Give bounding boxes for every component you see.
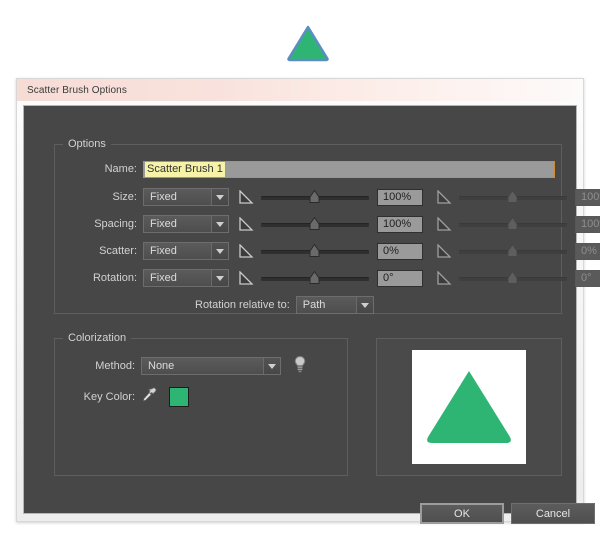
rotation-relative-row: Rotation relative to: Path — [195, 295, 374, 315]
eyedropper-icon[interactable] — [141, 387, 157, 408]
variance-wedge-icon-max — [437, 216, 453, 231]
light-bulb-icon[interactable] — [293, 355, 307, 378]
variance-wedge-icon-max — [437, 270, 453, 285]
colorization-method-value: None — [148, 360, 175, 372]
size-row: Size: Fixed 100% 100 — [63, 187, 600, 207]
colorization-method-select[interactable]: None — [141, 357, 281, 375]
cancel-button[interactable]: Cancel — [511, 503, 595, 524]
chevron-down-icon — [211, 216, 228, 232]
chevron-down-icon — [263, 358, 280, 374]
variance-wedge-icon-max — [437, 189, 453, 204]
variance-wedge-icon — [239, 270, 255, 285]
dialog-title: Scatter Brush Options — [27, 84, 127, 96]
size-slider[interactable] — [261, 189, 369, 204]
chevron-down-icon — [211, 243, 228, 259]
variance-wedge-icon — [239, 243, 255, 258]
scatter-max-slider-handle — [507, 243, 518, 257]
colorization-group-legend: Colorization — [63, 332, 132, 344]
scatter-type-select[interactable]: Fixed — [143, 242, 229, 260]
scatter-value-input[interactable]: 0% — [377, 242, 423, 260]
chevron-down-icon — [355, 297, 373, 313]
size-value-input[interactable]: 100% — [377, 188, 423, 206]
brush-preview-panel — [376, 338, 562, 476]
rotation-relative-label: Rotation relative to: — [195, 299, 290, 311]
illustrator-screen: Scatter Brush Options Options Name: Scat… — [0, 0, 600, 545]
name-row: Name: Scatter Brush 1 — [63, 159, 555, 179]
rotation-relative-select[interactable]: Path — [295, 296, 374, 314]
rotation-slider-handle[interactable] — [309, 270, 320, 284]
rotation-type-select[interactable]: Fixed — [143, 269, 229, 287]
size-max-slider-handle — [507, 189, 518, 203]
scatter-slider-handle[interactable] — [309, 243, 320, 257]
chevron-down-icon — [211, 270, 228, 286]
spacing-label: Spacing: — [94, 218, 137, 230]
size-slider-handle[interactable] — [309, 189, 320, 203]
key-color-swatch[interactable] — [169, 387, 189, 407]
rotation-type-value: Fixed — [150, 272, 177, 284]
size-max-value-input: 100% — [575, 188, 600, 206]
rotation-max-slider-handle — [507, 270, 518, 284]
spacing-type-value: Fixed — [150, 218, 177, 230]
options-group: Options Name: Scatter Brush 1 Size: Fixe… — [54, 138, 600, 315]
scatter-row: Scatter: Fixed 0% 0% — [63, 241, 600, 261]
rotation-row: Rotation: Fixed 0° 0° — [63, 268, 600, 288]
spacing-max-slider — [459, 216, 567, 231]
size-type-value: Fixed — [150, 191, 177, 203]
preview-triangle-icon — [427, 371, 511, 443]
scatter-slider[interactable] — [261, 243, 369, 258]
method-label: Method: — [95, 360, 135, 372]
rotation-value-input[interactable]: 0° — [377, 269, 423, 287]
name-label: Name: — [104, 163, 137, 175]
variance-wedge-icon-max — [437, 243, 453, 258]
size-label: Size: — [112, 191, 137, 203]
scatter-type-value: Fixed — [150, 245, 177, 257]
triangle-shape — [287, 25, 329, 62]
brush-name-value: Scatter Brush 1 — [145, 161, 225, 177]
scatter-max-slider — [459, 243, 567, 258]
rotation-slider[interactable] — [261, 270, 369, 285]
colorization-group: Colorization Method: None Key Color: — [54, 332, 348, 476]
rotation-max-slider — [459, 270, 567, 285]
spacing-max-slider-handle — [507, 216, 518, 230]
dialog-titlebar[interactable]: Scatter Brush Options — [17, 79, 583, 101]
spacing-slider-handle[interactable] — [309, 216, 320, 230]
size-type-select[interactable]: Fixed — [143, 188, 229, 206]
preview-canvas — [412, 350, 526, 464]
spacing-type-select[interactable]: Fixed — [143, 215, 229, 233]
spacing-max-value-input: 100% — [575, 215, 600, 233]
size-max-slider — [459, 189, 567, 204]
method-row: Method: None — [61, 355, 307, 378]
dialog-body: Options Name: Scatter Brush 1 Size: Fixe… — [23, 105, 600, 524]
rotation-label: Rotation: — [92, 272, 137, 284]
variance-wedge-icon — [239, 189, 255, 204]
scatter-max-value-input: 0% — [575, 242, 600, 260]
spacing-row: Spacing: Fixed 100% 100 — [63, 214, 600, 234]
options-group-legend: Options — [63, 138, 111, 150]
artboard-triangle-artwork[interactable] — [286, 24, 330, 62]
key-color-label: Key Color: — [83, 391, 135, 403]
scatter-brush-options-dialog: Scatter Brush Options Options Name: Scat… — [16, 78, 600, 524]
scatter-label: Scatter: — [99, 245, 137, 257]
spacing-value-input[interactable]: 100% — [377, 215, 423, 233]
rotation-relative-value: Path — [302, 299, 326, 311]
chevron-down-icon — [211, 189, 228, 205]
variance-wedge-icon — [239, 216, 255, 231]
key-color-row: Key Color: — [61, 387, 189, 407]
spacing-slider[interactable] — [261, 216, 369, 231]
rotation-max-value-input: 0° — [575, 269, 600, 287]
brush-name-input[interactable]: Scatter Brush 1 — [143, 160, 555, 178]
ok-button[interactable]: OK — [420, 503, 504, 524]
